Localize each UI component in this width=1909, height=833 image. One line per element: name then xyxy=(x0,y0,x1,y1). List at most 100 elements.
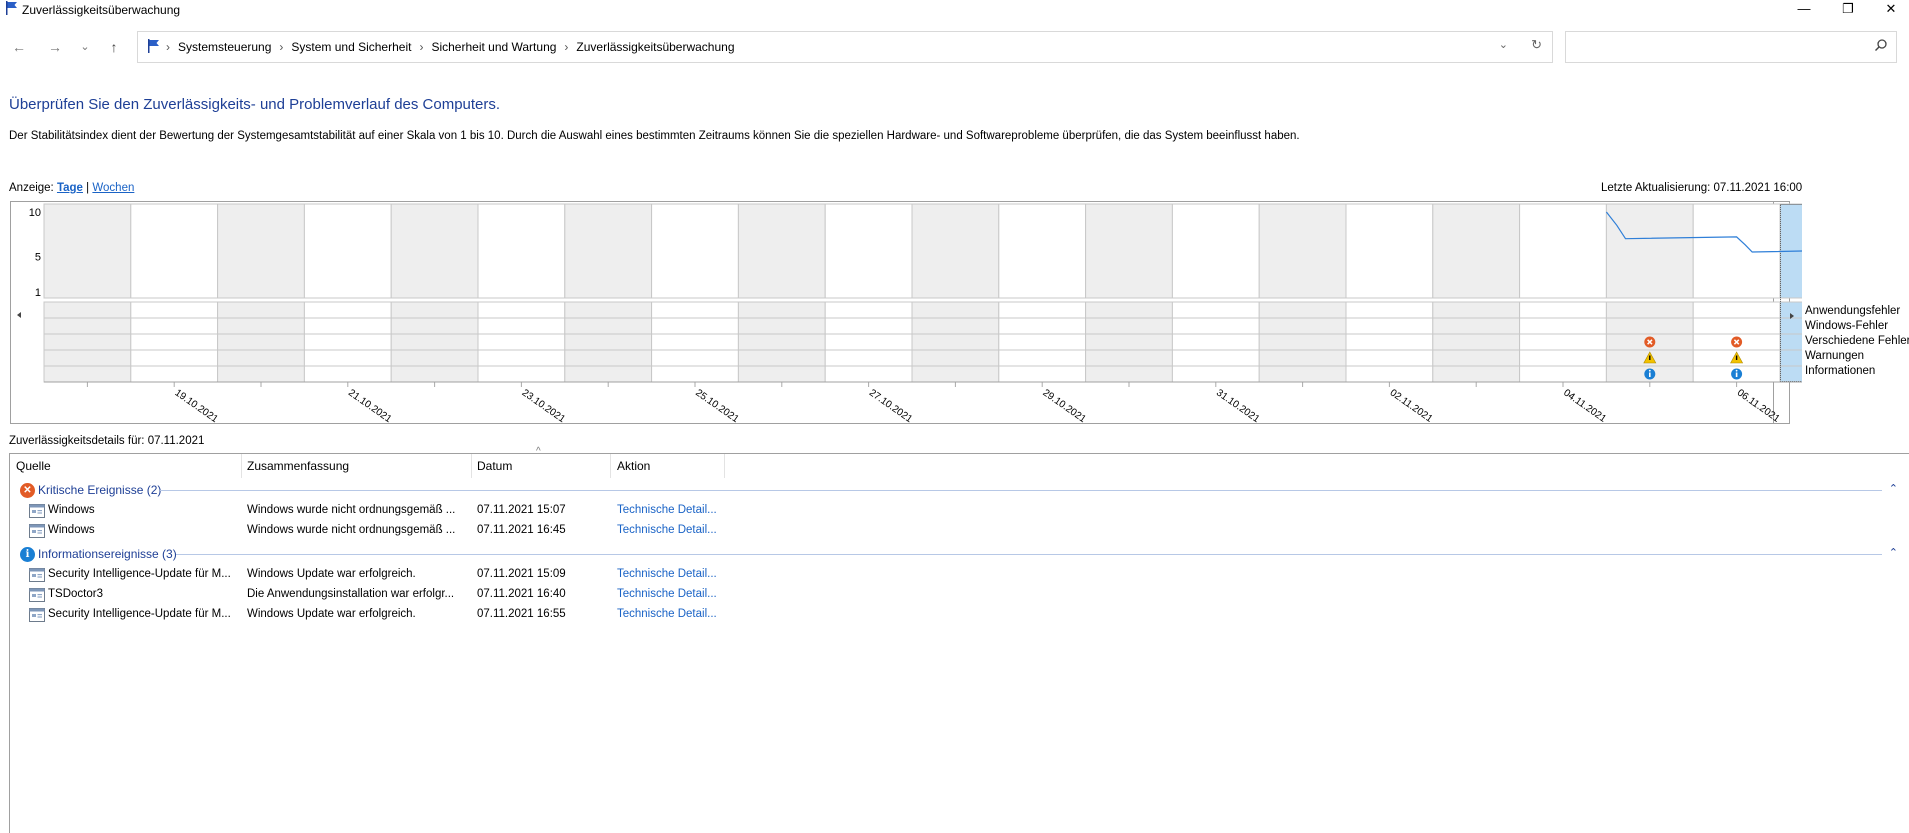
cell-source: TSDoctor3 xyxy=(48,588,103,600)
recent-locations-button[interactable]: ⌄ xyxy=(73,36,97,58)
day-column xyxy=(43,203,132,299)
event-cell xyxy=(737,333,826,351)
chevron-right-icon[interactable]: › xyxy=(166,40,170,54)
view-days-link[interactable]: Tage xyxy=(57,182,83,194)
legend-informationen: Informationen xyxy=(1805,365,1876,377)
column-header-zusammenfassung[interactable]: Zusammenfassung xyxy=(247,459,349,473)
event-cell xyxy=(477,301,566,319)
search-input[interactable] xyxy=(1565,31,1897,63)
table-row[interactable]: Security Intelligence-Update für M... Wi… xyxy=(10,605,1010,625)
minimize-button[interactable]: — xyxy=(1782,0,1826,22)
info-icon-mark xyxy=(1649,372,1651,377)
chevron-up-icon[interactable]: ⌃ xyxy=(1889,482,1898,495)
cell-summary: Windows Update war erfolgreich. xyxy=(247,568,416,580)
refresh-icon[interactable]: ↻ xyxy=(1531,37,1542,53)
event-cell xyxy=(651,317,739,335)
warning-icon-mark xyxy=(1735,355,1738,360)
chevron-down-icon[interactable]: ⌄ xyxy=(1499,38,1508,51)
cell-source: Security Intelligence-Update für M... xyxy=(48,608,231,620)
event-cell xyxy=(217,349,305,367)
cell-date: 07.11.2021 16:40 xyxy=(477,588,566,600)
chevron-right-icon[interactable]: › xyxy=(419,40,423,54)
day-column xyxy=(217,203,305,299)
event-cell xyxy=(390,317,479,335)
column-header-quelle[interactable]: Quelle xyxy=(16,459,51,473)
event-cell xyxy=(651,333,739,351)
address-bar[interactable]: › Systemsteuerung › System und Sicherhei… xyxy=(137,31,1553,63)
column-divider[interactable] xyxy=(471,454,472,478)
column-divider[interactable] xyxy=(241,454,242,478)
reliability-chart[interactable]: 10 5 1 19.10.2021 21.10.2021 23.10.2021 25.10.… xyxy=(0,200,1868,436)
close-button[interactable]: ✕ xyxy=(1869,0,1909,22)
event-cell xyxy=(911,317,1000,335)
breadcrumb: › Systemsteuerung › System und Sicherhei… xyxy=(166,40,735,54)
up-button[interactable]: ↑ xyxy=(102,36,126,58)
breadcrumb-item-system-und-sicherheit[interactable]: System und Sicherheit xyxy=(291,40,411,54)
column-divider[interactable] xyxy=(610,454,611,478)
event-cell xyxy=(390,349,479,367)
flag-icon xyxy=(146,38,162,57)
table-row[interactable]: Security Intelligence-Update für M... Wi… xyxy=(10,565,1010,585)
event-cell xyxy=(217,317,305,335)
event-cell xyxy=(1085,301,1173,319)
event-cell xyxy=(130,349,219,367)
technical-details-link[interactable]: Technische Detail... xyxy=(617,568,717,580)
event-cell xyxy=(43,301,132,319)
day-column xyxy=(1692,203,1781,299)
event-cell xyxy=(1432,317,1521,335)
breadcrumb-item-zuverlaessigkeitsueberwachung[interactable]: Zuverlässigkeitsüberwachung xyxy=(576,40,734,54)
event-cell xyxy=(911,301,1000,319)
event-cell xyxy=(1258,301,1347,319)
day-column xyxy=(1085,203,1173,299)
view-selector: Anzeige: Tage | Wochen xyxy=(9,182,134,194)
window-app-icon xyxy=(29,568,45,582)
event-cell xyxy=(130,301,219,319)
event-cell xyxy=(1171,365,1260,383)
chevron-right-icon[interactable]: › xyxy=(279,40,283,54)
event-cell xyxy=(43,349,132,367)
event-cell xyxy=(477,333,566,351)
reliability-chart-svg[interactable]: 105119.10.2021 21.10.2021 23.10.2021 25.10.… xyxy=(0,200,1868,433)
event-cell xyxy=(824,365,913,383)
event-cell xyxy=(737,365,826,383)
table-row[interactable]: TSDoctor3 Die Anwendungsinstallation war… xyxy=(10,585,1010,605)
info-icon-mark xyxy=(1735,372,1738,377)
chevron-up-icon[interactable]: ⌃ xyxy=(1889,546,1898,559)
event-cell xyxy=(1171,333,1260,351)
event-cell xyxy=(651,301,739,319)
table-row[interactable]: Windows Windows wurde nicht ordnungsgemä… xyxy=(10,501,1010,521)
column-divider[interactable] xyxy=(724,454,725,478)
technical-details-link[interactable]: Technische Detail... xyxy=(617,524,717,536)
event-cell xyxy=(390,365,479,383)
event-cell xyxy=(1692,317,1781,335)
event-cell xyxy=(1519,317,1607,335)
event-cell xyxy=(1432,349,1521,367)
forward-button[interactable]: → xyxy=(43,36,67,58)
event-cell xyxy=(1345,349,1434,367)
event-cell xyxy=(564,365,653,383)
day-column xyxy=(911,203,1000,299)
window-app-icon xyxy=(29,588,45,602)
info-icon-dot xyxy=(1735,369,1738,372)
cell-summary: Windows wurde nicht ordnungsgemäß ... xyxy=(247,504,456,516)
technical-details-link[interactable]: Technische Detail... xyxy=(617,504,717,516)
column-header-datum[interactable]: Datum xyxy=(477,459,512,473)
back-button[interactable]: ← xyxy=(7,36,31,58)
details-title: Zuverlässigkeitsdetails für: 07.11.2021 xyxy=(9,435,205,447)
chevron-right-icon[interactable]: › xyxy=(564,40,568,54)
search-icon[interactable] xyxy=(1874,38,1888,55)
maximize-button[interactable]: ❐ xyxy=(1826,0,1870,22)
technical-details-link[interactable]: Technische Detail... xyxy=(617,608,717,620)
event-cell xyxy=(564,317,653,335)
group-header-information[interactable]: i Informationsereignisse (3) ⌃ xyxy=(10,544,1900,564)
table-row[interactable]: Windows Windows wurde nicht ordnungsgemä… xyxy=(10,521,1010,541)
day-column xyxy=(737,203,826,299)
technical-details-link[interactable]: Technische Detail... xyxy=(617,588,717,600)
view-weeks-link[interactable]: Wochen xyxy=(92,182,134,194)
breadcrumb-item-systemsteuerung[interactable]: Systemsteuerung xyxy=(178,40,271,54)
group-header-critical[interactable]: ✕ Kritische Ereignisse (2) ⌃ xyxy=(10,480,1900,500)
flag-icon xyxy=(4,0,20,19)
breadcrumb-item-sicherheit-und-wartung[interactable]: Sicherheit und Wartung xyxy=(431,40,556,54)
day-column xyxy=(564,203,653,299)
column-header-aktion[interactable]: Aktion xyxy=(617,459,650,473)
